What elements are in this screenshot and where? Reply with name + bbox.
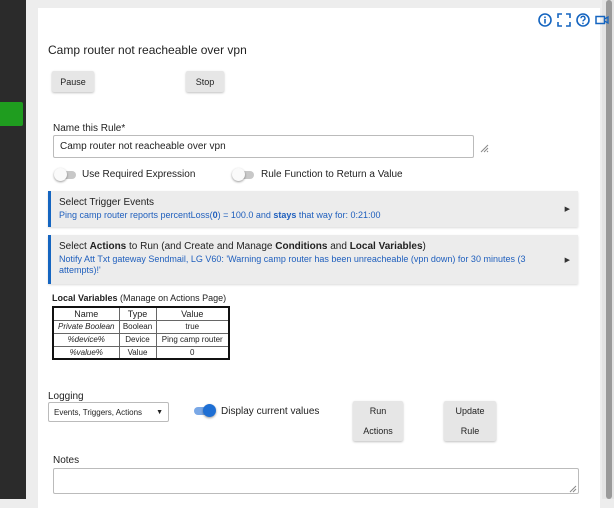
logging-selected-value: Events, Triggers, Actions (54, 408, 143, 417)
variable-type: Value (118, 345, 157, 360)
button-label: Actions (363, 426, 393, 436)
actions-panel[interactable]: Select Actions to Run (and Create and Ma… (48, 235, 578, 284)
table-row: %value% Value 0 (52, 345, 230, 360)
button-label: Update (455, 406, 485, 416)
trigger-events-description: Ping camp router reports percentLoss(0) … (59, 210, 381, 220)
rule-name-input[interactable] (53, 135, 474, 158)
rule-function-label: Rule Function to Return a Value (261, 169, 403, 180)
column-header: Type (118, 306, 157, 321)
sidebar-active-item[interactable] (0, 102, 23, 126)
required-expression-toggle[interactable] (54, 168, 76, 181)
variable-value: 0 (155, 345, 230, 360)
rule-editor-page: Camp router not reacheable over vpn Paus… (38, 8, 609, 508)
help-icon[interactable] (575, 12, 590, 27)
scrollbar[interactable] (602, 0, 614, 499)
table-header-row: Name Type Value (52, 306, 230, 321)
rule-name-label: Name this Rule* (53, 123, 126, 134)
local-variables-title: Local Variables (Manage on Actions Page) (52, 293, 227, 303)
display-current-values-toggle[interactable] (194, 404, 216, 417)
button-label: Rule (460, 426, 480, 436)
notes-label: Notes (53, 455, 80, 466)
fullscreen-icon[interactable] (556, 12, 571, 27)
info-icon[interactable] (537, 12, 552, 27)
update-rule-button[interactable]: Update Rule (444, 401, 496, 441)
resize-handle-icon[interactable] (569, 485, 577, 493)
toggle-knob (203, 404, 216, 417)
expand-arrow-icon: ▶ (564, 206, 570, 213)
pause-button[interactable]: Pause (52, 71, 94, 92)
variable-name: %device% (52, 332, 120, 347)
notes-input[interactable] (53, 468, 579, 494)
page-title: Camp router not reacheable over vpn (48, 43, 247, 57)
trigger-events-panel[interactable]: Select Trigger Events Ping camp router r… (48, 191, 578, 227)
actions-title: Select Actions to Run (and Create and Ma… (59, 241, 426, 252)
variable-type: Boolean (118, 319, 157, 334)
scrollbar-thumb[interactable] (606, 0, 612, 499)
local-variables-table: Name Type Value Private Boolean Boolean … (52, 306, 230, 360)
variable-value: Ping camp router (155, 332, 230, 347)
variable-name: Private Boolean (52, 319, 120, 334)
sidebar-dark (0, 0, 26, 499)
resize-handle-icon[interactable] (480, 144, 489, 153)
toggle-knob (232, 168, 245, 181)
variable-type: Device (118, 332, 157, 347)
expand-arrow-icon: ▶ (564, 257, 570, 264)
toggle-knob (54, 168, 67, 181)
stop-button[interactable]: Stop (186, 71, 224, 92)
column-header: Value (155, 306, 230, 321)
display-current-values-label: Display current values (221, 406, 320, 417)
logging-select[interactable]: Events, Triggers, Actions ▼ (48, 402, 169, 422)
toolbar-icons (537, 12, 614, 27)
trigger-events-title: Select Trigger Events (59, 197, 155, 208)
column-header: Name (52, 306, 120, 321)
rule-function-toggle[interactable] (232, 168, 254, 181)
dropdown-caret-icon: ▼ (156, 409, 163, 416)
run-actions-button[interactable]: Run Actions (353, 401, 403, 441)
variable-name: %value% (52, 345, 120, 360)
table-row: %device% Device Ping camp router (52, 332, 230, 347)
table-row: Private Boolean Boolean true (52, 319, 230, 334)
required-expression-label: Use Required Expression (82, 169, 196, 180)
logging-label: Logging (48, 391, 84, 402)
button-label: Run (369, 406, 387, 416)
variable-value: true (155, 319, 230, 334)
actions-description: Notify Att Txt gateway Sendmail, LG V60:… (59, 254, 526, 275)
video-icon[interactable] (594, 12, 609, 27)
